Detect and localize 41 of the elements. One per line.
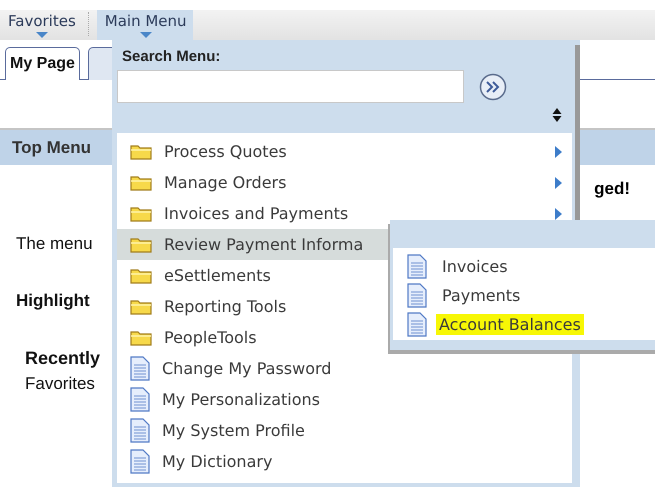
go-icon[interactable] <box>479 72 507 100</box>
menu-item[interactable]: PeopleTools <box>117 322 267 353</box>
folder-icon <box>130 236 152 253</box>
document-icon <box>130 356 150 381</box>
folder-icon <box>130 298 152 315</box>
menu-item[interactable]: My Dictionary <box>117 446 282 477</box>
scrollbar[interactable] <box>575 45 580 220</box>
menu-item[interactable]: Account Balances <box>436 314 584 335</box>
caret-icon <box>36 32 48 38</box>
document-icon <box>130 449 150 474</box>
tab[interactable]: My Page <box>5 47 80 80</box>
menu-item[interactable]: Invoices and Payments <box>117 198 572 229</box>
document-icon <box>407 254 427 279</box>
menu-item[interactable]: Manage Orders <box>117 167 572 198</box>
menu-item[interactable]: eSettlements <box>117 260 281 291</box>
folder-icon <box>130 174 152 191</box>
search-field[interactable] <box>117 70 464 103</box>
menu-button[interactable]: Main Menu <box>96 10 193 40</box>
menu-item[interactable]: Change My Password <box>117 353 342 384</box>
document-icon <box>130 387 150 412</box>
folder-icon <box>130 205 152 222</box>
folder-icon <box>130 329 152 346</box>
menu-item[interactable]: Reporting Tools <box>117 291 296 322</box>
menu-item[interactable]: Process Quotes <box>117 136 572 167</box>
search-label: Search Menu: <box>121 47 222 67</box>
document-icon <box>130 418 150 443</box>
document-icon <box>407 283 427 308</box>
sort-icon[interactable] <box>552 107 562 123</box>
menu-item[interactable]: Payments <box>439 285 524 306</box>
menu-item[interactable]: My Personalizations <box>117 384 330 415</box>
notice-text: ged! <box>594 178 631 200</box>
folder-icon <box>130 267 152 284</box>
caret-icon <box>140 32 152 38</box>
folder-icon <box>130 143 152 160</box>
document-icon <box>407 312 427 337</box>
section-heading: Recently <box>24 347 100 369</box>
body-text: Favorites <box>24 373 95 395</box>
menu-item[interactable]: My System Profile <box>117 415 315 446</box>
menu-button[interactable]: Favorites <box>0 10 82 40</box>
section-heading: Highlight <box>15 290 90 312</box>
body-text: The menu <box>15 233 93 255</box>
